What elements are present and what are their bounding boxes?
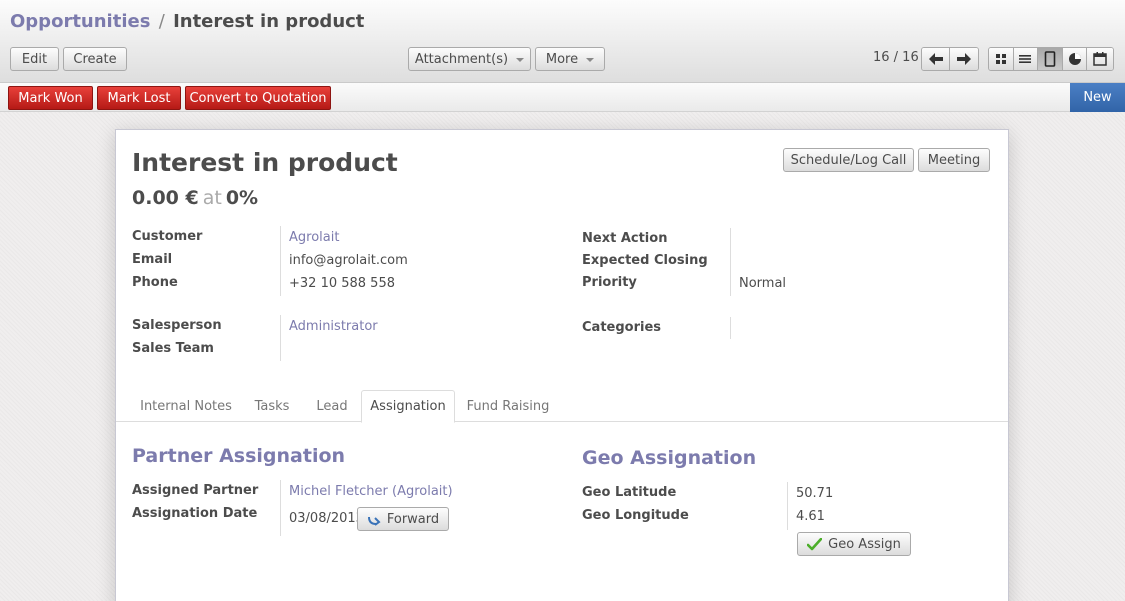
partner-assignation-title: Partner Assignation (132, 445, 346, 467)
tab-assignation[interactable]: Assignation (361, 390, 455, 423)
field-divider (787, 482, 788, 530)
kanban-icon (995, 54, 1006, 64)
notebook-tabs: Internal Notes Tasks Lead Assignation Fu… (116, 390, 1008, 423)
pager-value: 16 / 16 (873, 50, 919, 65)
kanban-view-button[interactable] (989, 48, 1014, 70)
checkmark-icon (807, 537, 823, 550)
chevron-down-icon (586, 58, 595, 62)
revenue-amount: 0.00 € (132, 187, 199, 209)
previous-button[interactable] (922, 48, 951, 70)
field-divider (280, 315, 281, 361)
schedule-log-call-button[interactable]: Schedule/Log Call (783, 148, 914, 172)
assigned-partner-field[interactable]: Michel Fletcher (Agrolait) (289, 484, 453, 499)
email-field[interactable]: info@agrolait.com (289, 253, 408, 268)
tab-internal-notes[interactable]: Internal Notes (132, 390, 240, 422)
arrow-left-icon (928, 53, 943, 65)
email-label: Email (132, 252, 173, 267)
salesperson-field[interactable]: Administrator (289, 319, 378, 334)
edit-button[interactable]: Edit (10, 47, 59, 71)
convert-to-quotation-button[interactable]: Convert to Quotation (185, 86, 331, 110)
pager-buttons (921, 47, 979, 71)
geo-assign-label: Geo Assign (828, 536, 901, 552)
assignation-date-field[interactable]: 03/08/2013 (289, 511, 364, 526)
mark-lost-button[interactable]: Mark Lost (97, 86, 181, 110)
next-button[interactable] (950, 48, 978, 70)
assigned-partner-label: Assigned Partner (132, 483, 259, 498)
next-action-label: Next Action (582, 231, 668, 246)
geo-assign-button[interactable]: Geo Assign (797, 532, 911, 556)
form-view-button[interactable] (1038, 48, 1063, 70)
arrow-right-icon (957, 53, 971, 65)
list-icon (1019, 55, 1032, 63)
more-dropdown[interactable]: More (535, 47, 605, 71)
pie-chart-icon (1068, 53, 1081, 65)
list-view-button[interactable] (1013, 48, 1039, 70)
salesperson-label: Salesperson (132, 318, 222, 333)
status-bar: Mark Won Mark Lost Convert to Quotation … (0, 83, 1125, 112)
form-sheet: Interest in product 0.00 € at 0% Schedule/… (115, 129, 1009, 601)
forward-label: Forward (386, 511, 440, 527)
tab-tasks[interactable]: Tasks (242, 390, 302, 422)
geo-assignation-title: Geo Assignation (582, 447, 757, 469)
tab-fund-raising[interactable]: Fund Raising (457, 390, 559, 422)
geo-latitude-label: Geo Latitude (582, 485, 677, 500)
form-icon (1044, 51, 1056, 67)
tab-lead[interactable]: Lead (304, 390, 360, 422)
field-divider (730, 317, 731, 339)
forward-icon (367, 516, 381, 526)
meeting-button[interactable]: Meeting (918, 148, 990, 172)
assignation-date-label: Assignation Date (132, 506, 258, 521)
calendar-view-button[interactable] (1087, 48, 1113, 70)
more-label: More (545, 51, 579, 67)
breadcrumb-current: Interest in product (173, 11, 365, 32)
record-title: Interest in product (132, 148, 398, 177)
graph-view-button[interactable] (1062, 48, 1088, 70)
priority-field[interactable]: Normal (739, 276, 786, 291)
expected-closing-label: Expected Closing (582, 253, 708, 268)
categories-label: Categories (582, 320, 662, 335)
calendar-icon (1093, 52, 1107, 66)
create-button[interactable]: Create (63, 47, 127, 71)
field-divider (730, 228, 731, 296)
sales-team-label: Sales Team (132, 341, 214, 356)
geo-latitude-field[interactable]: 50.71 (796, 486, 833, 501)
customer-field[interactable]: Agrolait (289, 230, 339, 245)
attachments-dropdown[interactable]: Attachment(s) (408, 47, 531, 71)
field-divider (280, 480, 281, 536)
phone-field[interactable]: +32 10 588 558 (289, 276, 395, 291)
priority-label: Priority (582, 275, 637, 290)
phone-label: Phone (132, 275, 178, 290)
customer-label: Customer (132, 229, 203, 244)
geo-longitude-field[interactable]: 4.61 (796, 509, 825, 524)
field-divider (280, 226, 281, 296)
attachments-label: Attachment(s) (414, 51, 509, 67)
probability-value: 0% (225, 187, 259, 209)
stage-new[interactable]: New (1070, 83, 1125, 112)
view-switcher (988, 47, 1114, 71)
expected-revenue: 0.00 € at 0% (132, 187, 258, 209)
chevron-down-icon (516, 58, 525, 62)
breadcrumb-opportunities-link[interactable]: Opportunities (10, 11, 150, 32)
forward-button[interactable]: Forward (357, 507, 449, 531)
control-panel: Opportunities / Interest in product Edit… (0, 0, 1125, 83)
at-label: at (202, 187, 222, 209)
breadcrumb: Opportunities / Interest in product (10, 11, 364, 32)
mark-won-button[interactable]: Mark Won (8, 86, 93, 110)
breadcrumb-separator: / (158, 11, 165, 32)
geo-longitude-label: Geo Longitude (582, 508, 689, 523)
